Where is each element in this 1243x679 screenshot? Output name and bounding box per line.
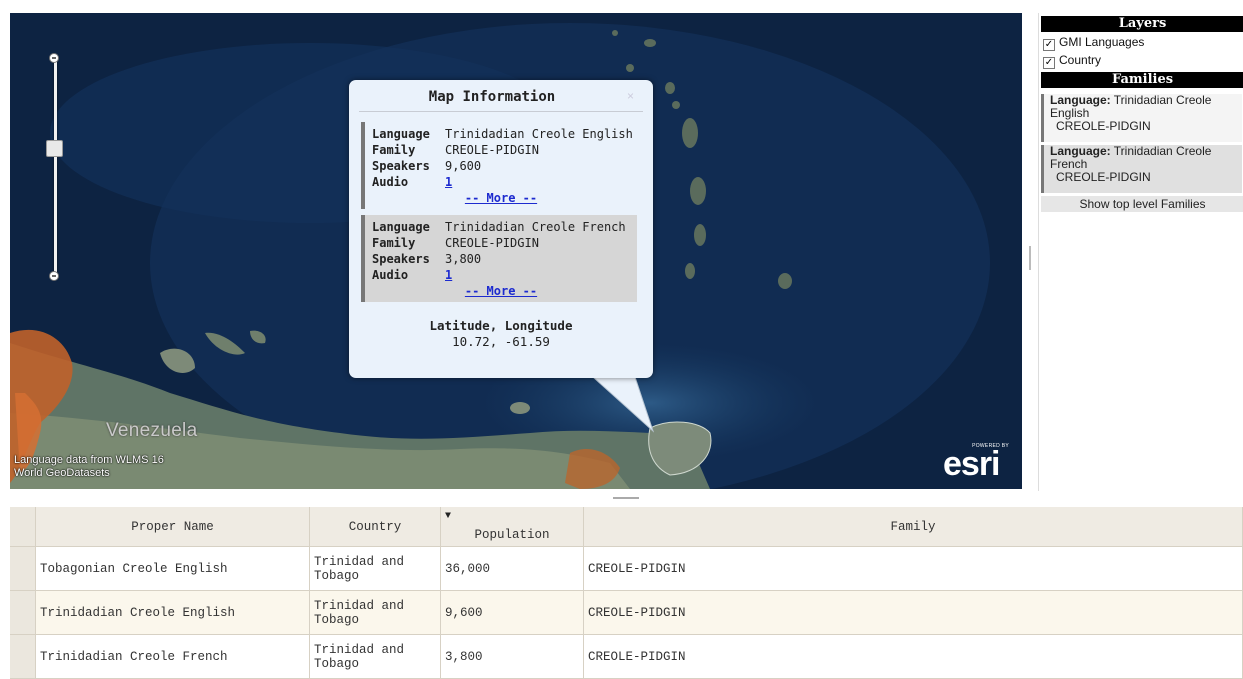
cell-country-line: Trinidad and <box>314 642 405 657</box>
zoom-out-icon[interactable] <box>49 271 59 281</box>
layer-label: GMI Languages <box>1059 35 1145 49</box>
family-list-item[interactable]: Language: Trinidadian Creole French CREO… <box>1041 145 1242 193</box>
panel-splitter-handle[interactable] <box>1029 246 1031 270</box>
language-row: Language Trinidadian Creole French <box>372 220 626 235</box>
latlon-value: 10.72, -61.59 <box>452 334 550 349</box>
table-row[interactable]: Trinidadian Creole English Trinidad and T… <box>10 591 1243 635</box>
row-selector[interactable] <box>10 635 36 679</box>
table-row[interactable]: Trinidadian Creole French Trinidad and To… <box>10 635 1243 679</box>
layer-label: Country <box>1059 53 1102 67</box>
column-header-proper-name[interactable]: Proper Name <box>36 507 310 547</box>
cell-country-line: Trinidad and <box>314 554 405 569</box>
speakers-value: 3,800 <box>445 252 482 266</box>
zoom-slider-handle[interactable] <box>46 140 63 157</box>
cell-proper-name: Trinidadian Creole English <box>36 591 310 635</box>
language-value: Trinidadian Creole French <box>445 220 626 234</box>
audio-label: Audio <box>372 175 409 189</box>
attribution-line: World GeoDatasets <box>14 467 110 479</box>
family-list-item[interactable]: Language: Trinidadian Creole English CRE… <box>1041 94 1242 142</box>
zoom-slider-track[interactable] <box>54 61 57 279</box>
family-item-family: CREOLE-PIDGIN <box>1056 119 1151 133</box>
popup-pointer <box>593 377 655 433</box>
close-icon[interactable]: × <box>627 89 634 103</box>
family-label: Family <box>372 236 416 250</box>
cell-population: 3,800 <box>441 635 584 679</box>
popup-divider <box>359 111 643 112</box>
audio-link[interactable]: 1 <box>445 268 452 282</box>
cell-proper-name: Trinidadian Creole French <box>36 635 310 679</box>
cell-population: 36,000 <box>441 547 584 591</box>
cell-country: Trinidad and Tobago <box>310 547 441 591</box>
speakers-label: Speakers <box>372 252 430 266</box>
family-value: CREOLE-PIDGIN <box>445 143 539 157</box>
row-selector[interactable] <box>10 547 36 591</box>
cell-country: Trinidad and Tobago <box>310 635 441 679</box>
table-header-row: Proper Name Country ▼ Population Family <box>10 507 1243 547</box>
language-value: Trinidadian Creole English <box>445 127 633 141</box>
map-attribution: Language data from WLMS 16 World GeoData… <box>14 454 164 480</box>
more-link[interactable]: -- More -- <box>365 284 637 298</box>
cell-proper-name: Tobagonian Creole English <box>36 547 310 591</box>
speakers-value: 9,600 <box>445 159 482 173</box>
show-top-level-families-button[interactable]: Show top level Families <box>1041 196 1243 212</box>
sort-desc-icon: ▼ <box>445 511 452 522</box>
cell-family: CREOLE-PIDGIN <box>584 547 1243 591</box>
results-table: Proper Name Country ▼ Population Family … <box>10 507 1243 679</box>
map-label-country: Venezuela <box>106 420 198 441</box>
cell-country-line: Trinidad and <box>314 598 405 613</box>
family-item-key: Language: <box>1050 93 1111 107</box>
family-item-family: CREOLE-PIDGIN <box>1056 170 1151 184</box>
row-selector[interactable] <box>10 591 36 635</box>
column-header-country[interactable]: Country <box>310 507 441 547</box>
families-header: Families <box>1041 72 1243 88</box>
row-selector-header <box>10 507 36 547</box>
layers-header: Layers <box>1041 16 1243 32</box>
checkbox-checked-icon[interactable]: ✓ <box>1043 39 1055 51</box>
cell-family: CREOLE-PIDGIN <box>584 591 1243 635</box>
attribution-line: Language data from WLMS 16 <box>14 454 164 466</box>
family-row: Family CREOLE-PIDGIN <box>372 236 539 251</box>
family-row: Family CREOLE-PIDGIN <box>372 143 539 158</box>
latlon-label: Latitude, Longitude <box>429 318 573 333</box>
column-header-family[interactable]: Family <box>584 507 1243 547</box>
esri-logo: POWERED BY esri <box>943 443 1009 483</box>
language-label: Language <box>372 127 430 141</box>
cell-country: Trinidad and Tobago <box>310 591 441 635</box>
layer-toggle[interactable]: ✓ Country <box>1043 52 1102 69</box>
column-header-population[interactable]: ▼ Population <box>441 507 584 547</box>
table-row[interactable]: Tobagonian Creole English Trinidad and To… <box>10 547 1243 591</box>
language-card: Language Trinidadian Creole French Family… <box>361 215 637 302</box>
family-label: Family <box>372 143 416 157</box>
audio-row: Audio 1 <box>372 175 452 190</box>
side-panel: Layers ✓ GMI Languages ✓ Country Families … <box>1038 13 1243 491</box>
cell-country-line: Tobago <box>314 612 360 627</box>
cell-country-line: Tobago <box>314 656 360 671</box>
map-info-popup[interactable]: Map Information × Language Trinidadian Cr… <box>349 80 653 378</box>
language-row: Language Trinidadian Creole English <box>372 127 633 142</box>
layer-toggle[interactable]: ✓ GMI Languages <box>1043 34 1145 51</box>
column-header-label: Population <box>474 528 550 542</box>
audio-label: Audio <box>372 268 409 282</box>
family-item-key: Language: <box>1050 144 1111 158</box>
speakers-row: Speakers 9,600 <box>372 159 481 174</box>
cell-family: CREOLE-PIDGIN <box>584 635 1243 679</box>
table-splitter-handle[interactable] <box>613 497 639 499</box>
cell-population: 9,600 <box>441 591 584 635</box>
popup-title: Map Information <box>428 89 556 105</box>
esri-wordmark: esri <box>943 445 1001 483</box>
language-card: Language Trinidadian Creole English Famil… <box>361 122 637 209</box>
checkbox-checked-icon[interactable]: ✓ <box>1043 57 1055 69</box>
language-label: Language <box>372 220 430 234</box>
audio-row: Audio 1 <box>372 268 452 283</box>
speakers-row: Speakers 3,800 <box>372 252 481 267</box>
speakers-label: Speakers <box>372 159 430 173</box>
zoom-in-icon[interactable] <box>49 53 59 63</box>
family-value: CREOLE-PIDGIN <box>445 236 539 250</box>
more-link[interactable]: -- More -- <box>365 191 637 205</box>
audio-link[interactable]: 1 <box>445 175 452 189</box>
cell-country-line: Tobago <box>314 568 360 583</box>
